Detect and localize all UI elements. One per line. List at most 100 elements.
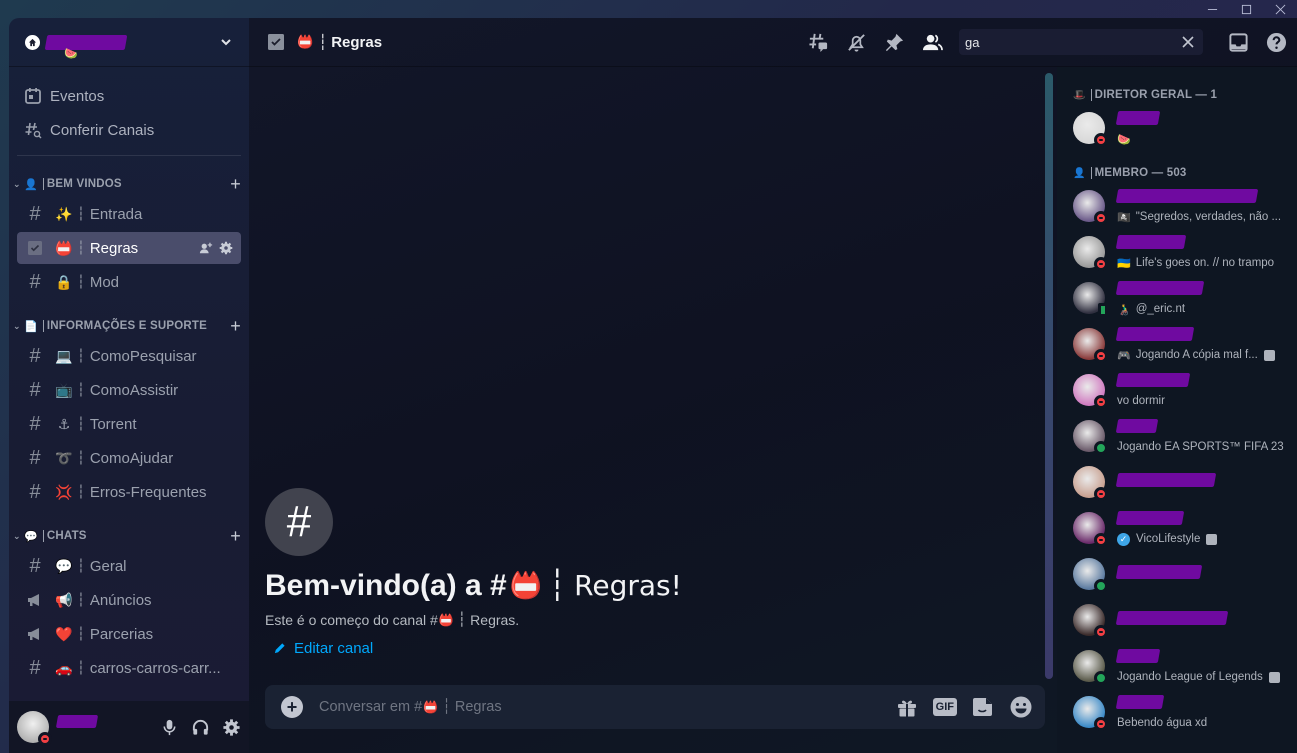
clear-search-icon[interactable] xyxy=(1181,35,1195,49)
sticker-icon[interactable] xyxy=(971,695,995,719)
discord-app: Eventos Conferir Canais ⌄ 👤 BEM VINDOS +… xyxy=(9,18,1297,753)
message-list[interactable]: # Bem-vindo(a) a # 📛 ┆ Regras! Este é o … xyxy=(249,67,1057,685)
channel-carros[interactable]: # 🚗 ┆ carros-carros-carr... xyxy=(17,652,241,684)
member-list-item[interactable]: 🍉 xyxy=(1057,105,1297,151)
category-bem-vindos[interactable]: ⌄ 👤 BEM VINDOS + xyxy=(9,172,249,196)
emoji-picker-icon[interactable] xyxy=(1009,695,1033,719)
channel-list[interactable]: Eventos Conferir Canais ⌄ 👤 BEM VINDOS +… xyxy=(9,67,249,701)
member-avatar xyxy=(1073,512,1108,547)
member-name-redacted xyxy=(1115,510,1185,525)
channel-welcome: # Bem-vindo(a) a # 📛 ┆ Regras! Este é o … xyxy=(265,488,682,657)
channel-anuncios[interactable]: 📢 ┆ Anúncios xyxy=(17,584,241,616)
member-list[interactable]: 🎩 DIRETOR GERAL — 1 🍉 👤 MEMBRO — 503 🏴‍☠️ "Seg… xyxy=(1057,67,1297,753)
channel-geral[interactable]: # 💬 ┆ Geral xyxy=(17,550,241,582)
edit-channel-link[interactable]: Editar canal xyxy=(273,640,682,657)
microphone-icon[interactable] xyxy=(160,718,179,737)
search-input[interactable] xyxy=(965,34,1181,50)
channel-emoji: 📛 xyxy=(55,239,73,256)
sidebar-item-browse-channels[interactable]: Conferir Canais xyxy=(9,113,249,147)
help-button[interactable] xyxy=(1265,31,1287,53)
inbox-button[interactable] xyxy=(1227,31,1249,53)
username-redacted xyxy=(55,714,99,728)
member-avatar xyxy=(1073,466,1108,501)
scrollbar[interactable] xyxy=(1045,73,1053,679)
member-list-item[interactable]: 🏴‍☠️ "Segredos, verdades, não ... xyxy=(1057,183,1297,229)
channel-entrada[interactable]: # ✨ ┆ Entrada xyxy=(17,198,241,230)
chevron-down-icon: ⌄ xyxy=(13,530,21,541)
member-list-item[interactable] xyxy=(1057,597,1297,643)
category-informacoes-e-suporte[interactable]: ⌄ 📄 INFORMAÇÕES E SUPORTE + xyxy=(9,314,249,338)
rules-channel-icon xyxy=(25,238,45,258)
channel-emoji: ⚓ xyxy=(57,415,71,432)
server-header[interactable] xyxy=(9,18,249,67)
gift-icon[interactable] xyxy=(895,695,919,719)
separator: ┆ xyxy=(442,699,451,715)
member-list-item[interactable]: vo dormir xyxy=(1057,367,1297,413)
user-settings-gear-icon[interactable] xyxy=(222,718,241,737)
member-name-redacted xyxy=(1115,472,1217,487)
threads-button[interactable] xyxy=(807,31,829,53)
status-dnd-icon xyxy=(1094,625,1108,639)
sidebar-item-events[interactable]: Eventos xyxy=(9,79,249,113)
status-dnd-icon xyxy=(38,732,52,746)
member-info xyxy=(1115,564,1289,584)
category-chats[interactable]: ⌄ 💬 CHATS + xyxy=(9,524,249,548)
member-list-item[interactable]: Jogando EA SPORTS™ FIFA 23 xyxy=(1057,413,1297,459)
member-list-item[interactable]: Jogando League of Legends xyxy=(1057,643,1297,689)
member-list-item[interactable] xyxy=(1057,551,1297,597)
member-info: 🇺🇦 Life's goes on. // no trampo xyxy=(1115,234,1289,270)
close-window-button[interactable] xyxy=(1263,0,1297,18)
member-name-redacted xyxy=(1115,373,1191,387)
divider xyxy=(17,155,241,156)
gif-button[interactable]: GIF xyxy=(932,698,957,716)
channel-mod[interactable]: # 🔒 ┆ Mod xyxy=(17,266,241,298)
chevron-down-icon[interactable] xyxy=(219,35,233,49)
member-list-item[interactable]: 👨‍🦽 @_eric.nt xyxy=(1057,275,1297,321)
custom-status-emoji: 🍉 xyxy=(64,48,78,60)
channel-comopesquisar[interactable]: # 💻 ┆ ComoPesquisar xyxy=(17,340,241,372)
member-info: Jogando League of Legends xyxy=(1115,649,1289,683)
minimize-button[interactable] xyxy=(1195,0,1229,18)
channel-emoji: ❤️ xyxy=(55,625,73,642)
channel-comoassistir[interactable]: # 📺 ┆ ComoAssistir xyxy=(17,374,241,406)
member-list-item[interactable]: 🇺🇦 Life's goes on. // no trampo xyxy=(1057,229,1297,275)
channel-regras[interactable]: 📛 ┆ Regras xyxy=(17,232,241,264)
sidebar-item-label: Conferir Canais xyxy=(50,121,155,139)
category-name: BEM VINDOS xyxy=(46,178,122,190)
add-attachment-plus-icon[interactable]: + xyxy=(281,696,303,718)
member-info: Jogando EA SPORTS™ FIFA 23 xyxy=(1115,419,1289,453)
channel-name: Regras xyxy=(89,239,139,257)
channel-parcerias[interactable]: ❤️ ┆ Parcerias xyxy=(17,618,241,650)
separator: ┆ xyxy=(77,240,85,255)
member-list-item[interactable]: ✓ VicoLifestyle xyxy=(1057,505,1297,551)
member-activity: 👨‍🦽 @_eric.nt xyxy=(1117,303,1289,316)
status-dnd-icon xyxy=(1094,349,1108,363)
channel-comoajudar[interactable]: # ➰ ┆ ComoAjudar xyxy=(17,442,241,474)
member-list-item[interactable] xyxy=(1057,459,1297,505)
member-info xyxy=(1115,472,1289,492)
member-list-item[interactable]: 🎮 Jogando A cópia mal f... xyxy=(1057,321,1297,367)
maximize-button[interactable] xyxy=(1229,0,1263,18)
create-channel-plus-icon[interactable]: + xyxy=(230,316,241,337)
create-channel-plus-icon[interactable]: + xyxy=(230,526,241,547)
role-label: MEMBRO — 503 xyxy=(1094,167,1187,179)
member-list-button[interactable] xyxy=(921,31,943,53)
create-channel-plus-icon[interactable]: + xyxy=(230,174,241,195)
user-avatar[interactable] xyxy=(17,711,52,746)
channel-torrent[interactable]: # ⚓ ┆ Torrent xyxy=(17,408,241,440)
member-activity: vo dormir xyxy=(1117,395,1289,407)
member-info: 🍉 xyxy=(1115,110,1289,146)
pinned-messages-button[interactable] xyxy=(883,31,905,53)
notification-settings-button[interactable] xyxy=(845,31,867,53)
gear-icon[interactable] xyxy=(219,241,233,255)
activity-emoji: 🏴‍☠️ xyxy=(1117,211,1131,224)
member-list-item[interactable]: Bebendo água xd xyxy=(1057,689,1297,735)
search-bar[interactable] xyxy=(959,29,1203,55)
message-composer[interactable]: + Conversar em # 📛 ┆ Regras GIF xyxy=(265,685,1045,729)
invite-user-icon[interactable] xyxy=(199,241,213,255)
category-name: INFORMAÇÕES E SUPORTE xyxy=(46,320,208,332)
channel-erros-frequentes[interactable]: # 💢 ┆ Erros-Frequentes xyxy=(17,476,241,508)
message-input[interactable]: Conversar em # 📛 ┆ Regras xyxy=(319,699,895,715)
headphones-icon[interactable] xyxy=(191,718,210,737)
server-home-badge-icon xyxy=(25,34,40,50)
